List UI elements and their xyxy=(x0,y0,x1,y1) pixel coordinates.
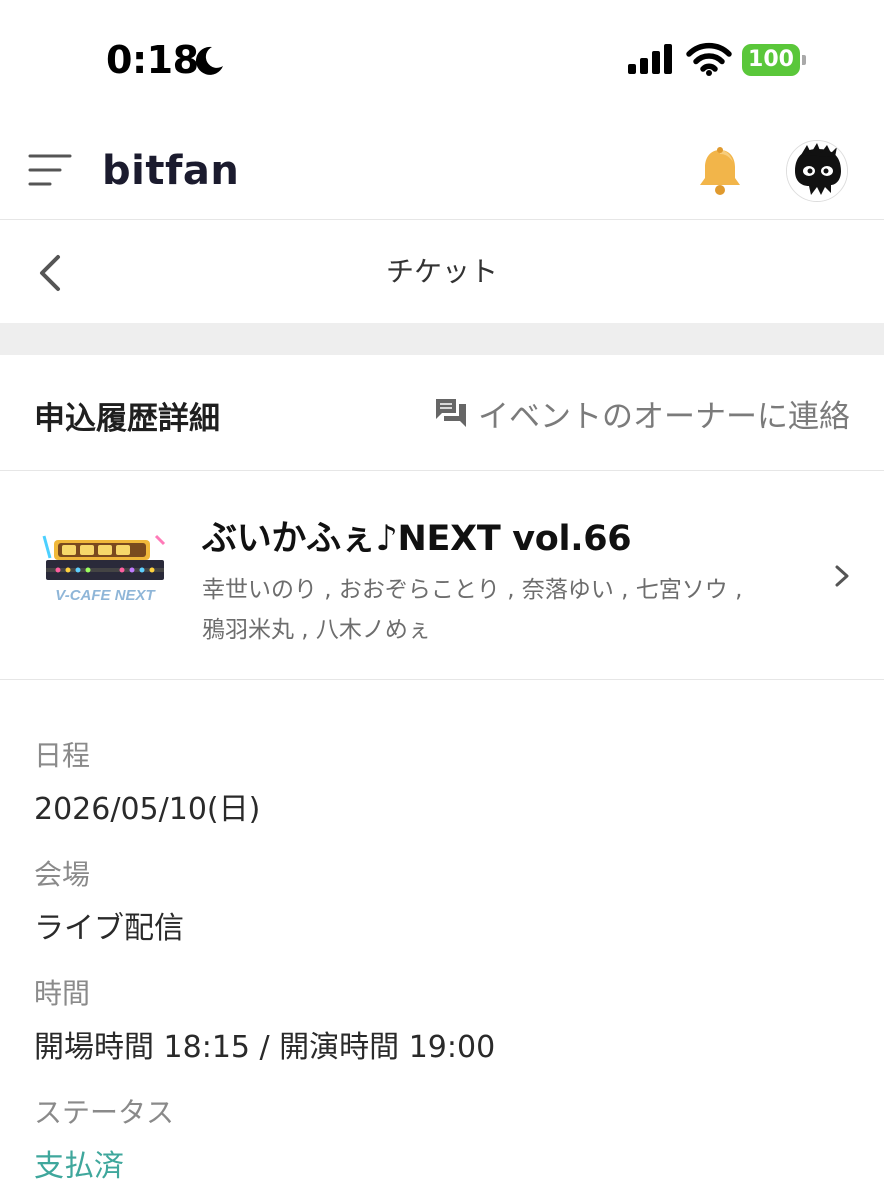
wifi-icon xyxy=(686,42,732,76)
detail-value: 開場時間 18:15 / 開演時間 19:00 xyxy=(34,1030,496,1065)
detail-label: 時間 xyxy=(34,977,91,1010)
chat-icon xyxy=(436,399,466,427)
detail-label: 日程 xyxy=(34,739,91,772)
app-header: bitfan xyxy=(0,120,884,220)
notification-bell-icon[interactable] xyxy=(696,146,744,196)
section-header: 申込履歴詳細 イベントのオーナーに連絡 xyxy=(0,355,884,471)
avatar-image xyxy=(787,141,847,201)
status-time: 0:18 xyxy=(106,38,199,82)
chevron-right-icon xyxy=(835,565,849,587)
event-row[interactable]: V-CAFE NEXT ぶいかふぇ♪NEXT vol.66 幸世いのり , おお… xyxy=(0,472,884,680)
detail-schedule: 日程 2026/05/10(日) xyxy=(34,734,260,828)
page-title: チケット xyxy=(385,255,498,288)
section-title: 申込履歴詳細 xyxy=(34,401,220,437)
contact-owner-link[interactable]: イベントのオーナーに連絡 xyxy=(434,391,850,435)
page-nav-bar: チケット xyxy=(0,221,884,323)
status-value: 支払済 xyxy=(34,1149,124,1184)
section-divider xyxy=(0,323,884,355)
cellular-signal-icon xyxy=(628,44,672,74)
event-title: ぶいかふぇ♪NEXT vol.66 xyxy=(202,519,632,559)
status-bar: 0:18 100 xyxy=(0,0,884,120)
event-performers: 幸世いのり , おおぞらことり , 奈落ゆい , 七宮ソウ , 鴉羽米丸 , 八… xyxy=(202,577,743,643)
battery-level: 100 xyxy=(748,47,794,72)
event-thumbnail: V-CAFE NEXT xyxy=(42,534,166,604)
detail-time: 時間 開場時間 18:15 / 開演時間 19:00 xyxy=(34,972,495,1066)
detail-value: 2026/05/10(日) xyxy=(34,792,261,827)
detail-label: ステータス xyxy=(34,1096,175,1129)
back-chevron-icon[interactable] xyxy=(34,253,64,293)
moon-icon xyxy=(195,46,223,75)
detail-label: 会場 xyxy=(34,858,91,891)
menu-icon[interactable] xyxy=(28,148,72,192)
event-thumbnail-caption: V-CAFE NEXT xyxy=(55,587,156,604)
bitfan-logo[interactable]: bitfan xyxy=(102,148,239,194)
battery-indicator: 100 xyxy=(742,44,806,76)
detail-venue: 会場 ライブ配信 xyxy=(34,853,184,947)
detail-value: ライブ配信 xyxy=(34,911,184,946)
user-avatar[interactable] xyxy=(786,140,848,202)
detail-status: ステータス 支払済 xyxy=(34,1091,174,1185)
contact-owner-label: イベントのオーナーに連絡 xyxy=(478,398,850,435)
